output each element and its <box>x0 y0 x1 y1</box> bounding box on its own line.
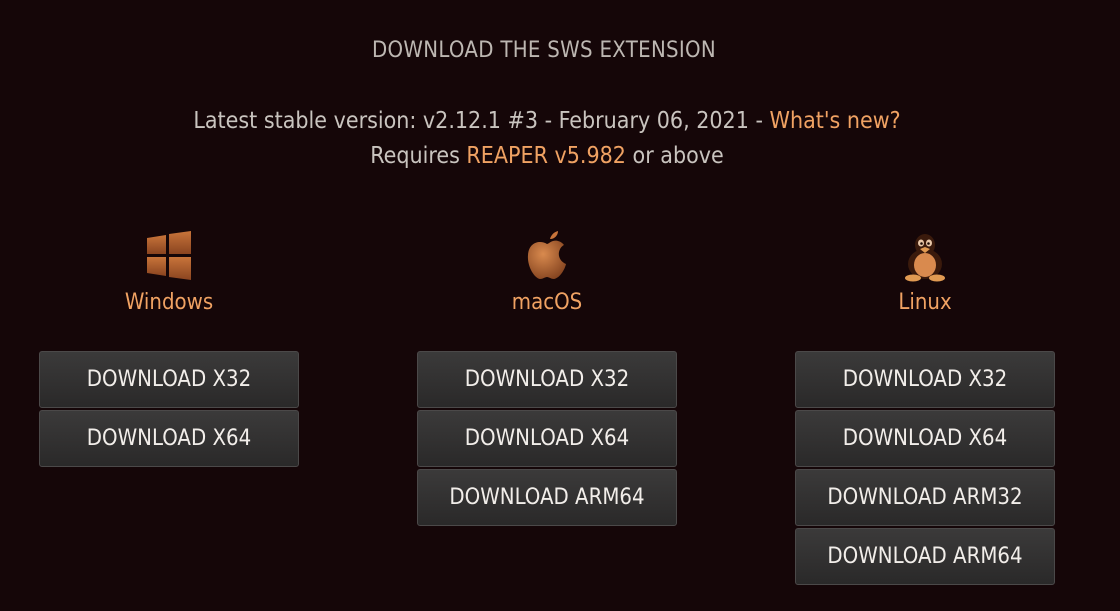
linux-download-list: DOWNLOAD X32 DOWNLOAD X64 DOWNLOAD ARM32… <box>795 351 1055 585</box>
requires-suffix-text: or above <box>625 143 724 169</box>
windows-download-x32-button[interactable]: DOWNLOAD X32 <box>39 351 299 408</box>
linux-download-arm64-button[interactable]: DOWNLOAD ARM64 <box>795 528 1055 585</box>
macos-download-x64-button[interactable]: DOWNLOAD X64 <box>417 410 677 467</box>
macos-download-list: DOWNLOAD X32 DOWNLOAD X64 DOWNLOAD ARM64 <box>417 351 677 526</box>
linux-download-arm32-button[interactable]: DOWNLOAD ARM32 <box>795 469 1055 526</box>
windows-logo-icon <box>147 231 191 280</box>
platform-windows: Windows DOWNLOAD X32 DOWNLOAD X64 <box>39 230 299 469</box>
requires-text: Requires <box>370 143 467 169</box>
linux-download-x32-button[interactable]: DOWNLOAD X32 <box>795 351 1055 408</box>
platform-linux: Linux DOWNLOAD X32 DOWNLOAD X64 DOWNLOAD… <box>795 230 1055 587</box>
requirements-line: Requires REAPER v5.982 or above <box>0 143 1094 169</box>
platform-macos: macOS DOWNLOAD X32 DOWNLOAD X64 DOWNLOAD… <box>417 230 677 528</box>
platform-name-windows: Windows <box>124 290 214 315</box>
platform-name-macos: macOS <box>511 290 583 315</box>
version-text: Latest stable version: v2.12.1 #3 - Febr… <box>193 108 770 134</box>
linux-download-x64-button[interactable]: DOWNLOAD X64 <box>795 410 1055 467</box>
windows-download-x64-button[interactable]: DOWNLOAD X64 <box>39 410 299 467</box>
apple-logo-icon <box>527 231 566 279</box>
whats-new-link[interactable]: What's new? <box>770 108 901 134</box>
platform-name-linux: Linux <box>898 290 952 315</box>
macos-download-x32-button[interactable]: DOWNLOAD X32 <box>417 351 677 408</box>
macos-download-arm64-button[interactable]: DOWNLOAD ARM64 <box>417 469 677 526</box>
windows-download-list: DOWNLOAD X32 DOWNLOAD X64 <box>39 351 299 467</box>
page-heading: DOWNLOAD THE SWS EXTENSION <box>371 38 717 63</box>
tux-penguin-icon <box>905 234 945 282</box>
reaper-version-link[interactable]: REAPER v5.982 <box>466 143 626 169</box>
version-line: Latest stable version: v2.12.1 #3 - Febr… <box>0 108 1094 134</box>
